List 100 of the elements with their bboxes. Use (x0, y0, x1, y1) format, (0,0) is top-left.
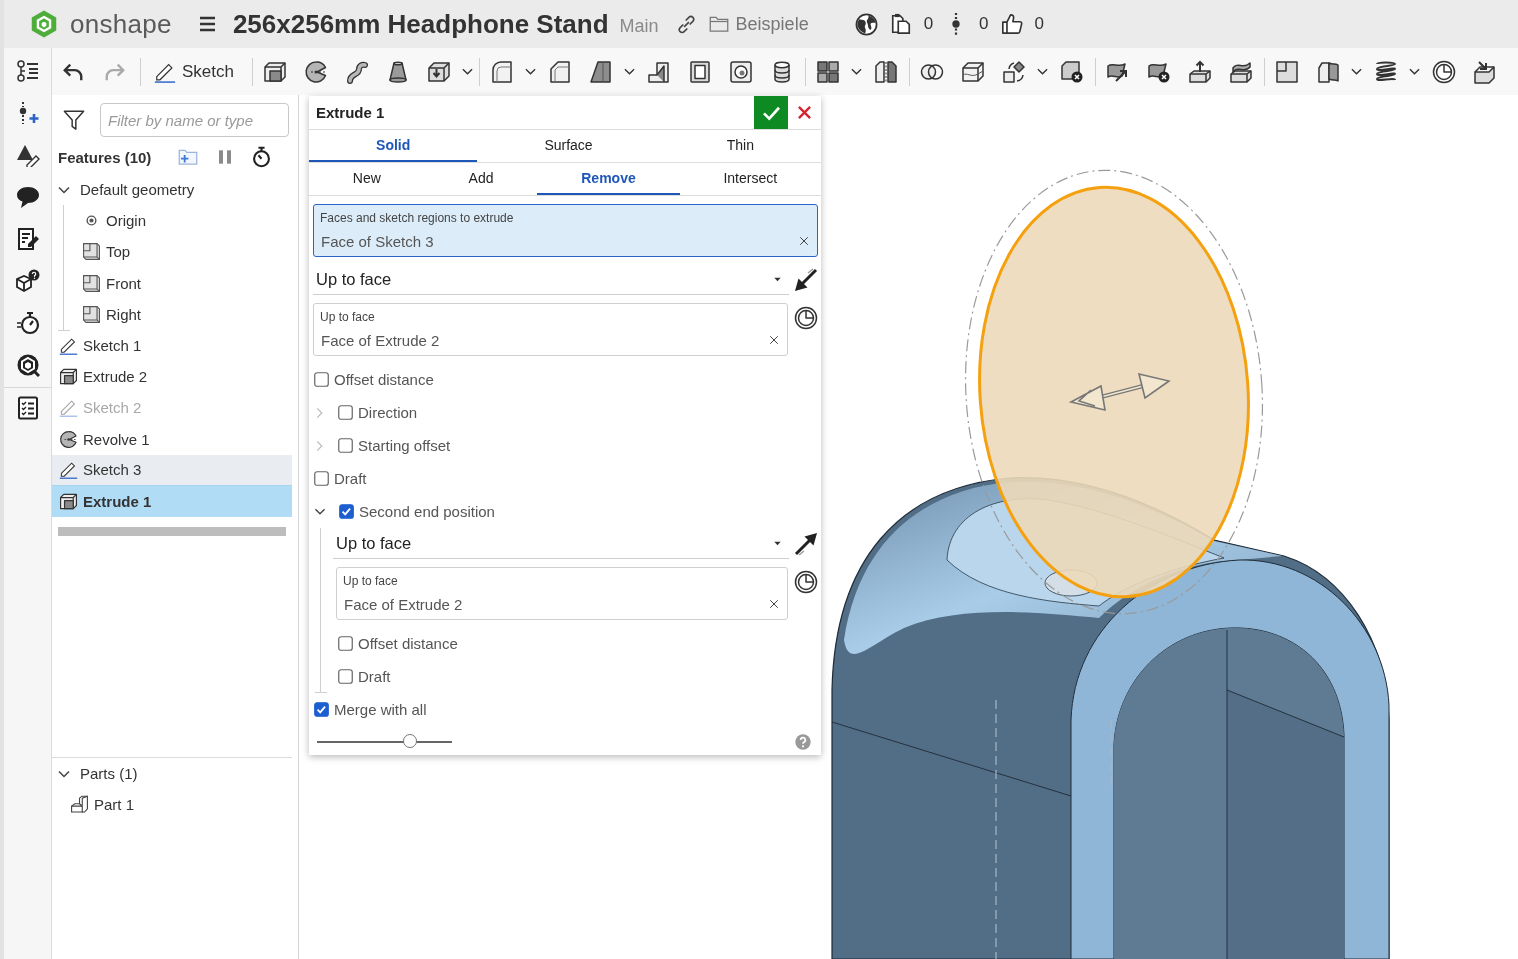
tree-item[interactable]: Sketch 3 (52, 454, 292, 486)
tab[interactable]: Thin (659, 130, 821, 162)
folder-plus-icon[interactable] (177, 147, 200, 167)
caret-down-icon[interactable] (851, 66, 862, 77)
diagonal-arrow-icon[interactable] (794, 531, 818, 556)
plane-icon (82, 304, 101, 324)
caret-down-icon[interactable] (462, 66, 473, 77)
speech-bubble-icon[interactable] (15, 185, 40, 209)
shape-pencil-icon[interactable] (15, 143, 40, 167)
caret-down-icon[interactable] (525, 66, 536, 77)
cube-question-icon[interactable] (15, 269, 40, 293)
block-sheet-icon[interactable] (1229, 59, 1254, 84)
features-heading: Features (10) (58, 148, 152, 166)
field-label: Up to face (343, 573, 399, 589)
clipboard-icon[interactable] (889, 13, 912, 35)
caret-down-icon[interactable] (1351, 66, 1362, 77)
folder-icon[interactable] (707, 14, 730, 34)
split-block-icon[interactable] (961, 59, 986, 84)
tab[interactable]: New (309, 163, 425, 195)
checkbox[interactable] (314, 372, 329, 387)
menu-icon[interactable] (197, 15, 217, 33)
clock-icon[interactable] (794, 570, 818, 594)
hexagon-badge-icon[interactable] (15, 353, 40, 377)
end-condition-dropdown[interactable]: Up to face (333, 528, 789, 559)
rib-block-icon[interactable] (647, 59, 672, 84)
tab[interactable]: Surface (477, 130, 660, 162)
checkbox[interactable] (339, 504, 354, 519)
field-value: Face of Sketch 3 (321, 232, 434, 250)
tab[interactable]: Remove (537, 163, 680, 195)
note-pencil-icon[interactable] (15, 227, 40, 251)
stopwatch-icon[interactable] (15, 311, 40, 335)
pause-icon[interactable] (217, 148, 234, 166)
cube-icon[interactable] (263, 59, 288, 84)
rounded-block-icon[interactable] (490, 59, 515, 84)
checkbox[interactable] (338, 438, 353, 453)
counter-value: 0 (1034, 14, 1045, 34)
checklist-icon[interactable] (15, 396, 40, 420)
link-icon[interactable] (676, 14, 696, 34)
tree-item[interactable]: Top (64, 236, 292, 268)
confirm-button[interactable] (754, 96, 788, 129)
block-arrow-up-icon[interactable] (1188, 59, 1213, 84)
clock-icon[interactable] (1432, 59, 1457, 84)
tree-item[interactable]: Extrude 2 (52, 361, 292, 393)
filter-icon[interactable] (63, 109, 85, 131)
caret-down-icon[interactable] (624, 66, 635, 77)
tab[interactable]: Solid (309, 130, 478, 162)
tree-item[interactable]: Extrude 1 (52, 485, 292, 518)
hollow-block-icon[interactable] (688, 59, 713, 84)
tree-item[interactable]: Default geometry (52, 174, 292, 206)
tree-item[interactable]: Origin (64, 205, 292, 237)
field-label: Faces and sketch regions to extrude (320, 210, 515, 226)
curved-pipe-icon[interactable] (345, 59, 370, 84)
tree-item[interactable]: Part 1 (52, 789, 292, 821)
end-condition-dropdown[interactable]: Up to face (313, 264, 789, 295)
selection-field[interactable]: Up to face Face of Extrude 2 (336, 567, 788, 620)
folder-link[interactable]: Beispiele (735, 13, 809, 35)
mirror-blocks-icon[interactable] (874, 59, 899, 84)
panel-block-icon[interactable] (1316, 59, 1341, 84)
coil-icon[interactable] (1374, 59, 1399, 84)
selection-field[interactable]: Faces and sketch regions to extrude Face of Sketch 3 (313, 204, 818, 257)
checkbox[interactable] (338, 636, 353, 651)
l-block-icon (70, 795, 89, 815)
checkbox[interactable] (314, 702, 329, 717)
block-delete-icon[interactable] (1060, 59, 1085, 84)
tree-item[interactable]: Revolve 1 (52, 423, 292, 455)
sketch-button[interactable]: Sketch (148, 53, 240, 90)
close-icon[interactable] (769, 599, 779, 609)
stopwatch-icon[interactable] (251, 146, 273, 168)
help-icon[interactable] (795, 734, 811, 750)
slanted-block-icon[interactable] (589, 59, 614, 84)
checkbox[interactable] (338, 669, 353, 684)
tree-item[interactable]: Sketch 1 (52, 329, 292, 362)
globe-icon[interactable] (854, 12, 878, 36)
diagonal-arrow-icon[interactable] (794, 267, 818, 292)
target-icon (86, 215, 97, 227)
tab[interactable]: Add (424, 163, 538, 195)
hole-block-icon[interactable] (729, 59, 754, 84)
grid-squares-icon[interactable] (816, 59, 841, 84)
tree-list-icon[interactable] (15, 59, 40, 83)
chevron-down-icon[interactable] (314, 506, 326, 517)
tree-item[interactable]: Front (64, 267, 292, 299)
caret-down-icon[interactable] (1409, 66, 1420, 77)
plane-icon[interactable] (1275, 59, 1300, 84)
box-arrow-icon[interactable] (427, 59, 452, 84)
tree-item[interactable]: Right (64, 298, 292, 330)
slider-thumb[interactable] (403, 734, 418, 748)
cube-arrows-icon[interactable] (1002, 59, 1027, 84)
filter-input[interactable]: Filter by name or type (100, 103, 289, 137)
tab[interactable]: Intersect (679, 163, 821, 195)
clock-icon[interactable] (794, 306, 818, 330)
checkbox[interactable] (338, 405, 353, 420)
close-icon[interactable] (799, 236, 809, 246)
thumbs-up-icon[interactable] (1000, 13, 1023, 35)
checkbox[interactable] (314, 471, 329, 486)
selection-field[interactable]: Up to face Face of Extrude 2 (313, 303, 788, 356)
block-arrow-in-icon[interactable] (1473, 59, 1498, 84)
close-icon[interactable] (769, 335, 779, 345)
caret-down-icon[interactable] (1037, 66, 1048, 77)
beveled-block-icon[interactable] (548, 59, 573, 84)
section-header[interactable]: Parts (1) (52, 758, 292, 790)
